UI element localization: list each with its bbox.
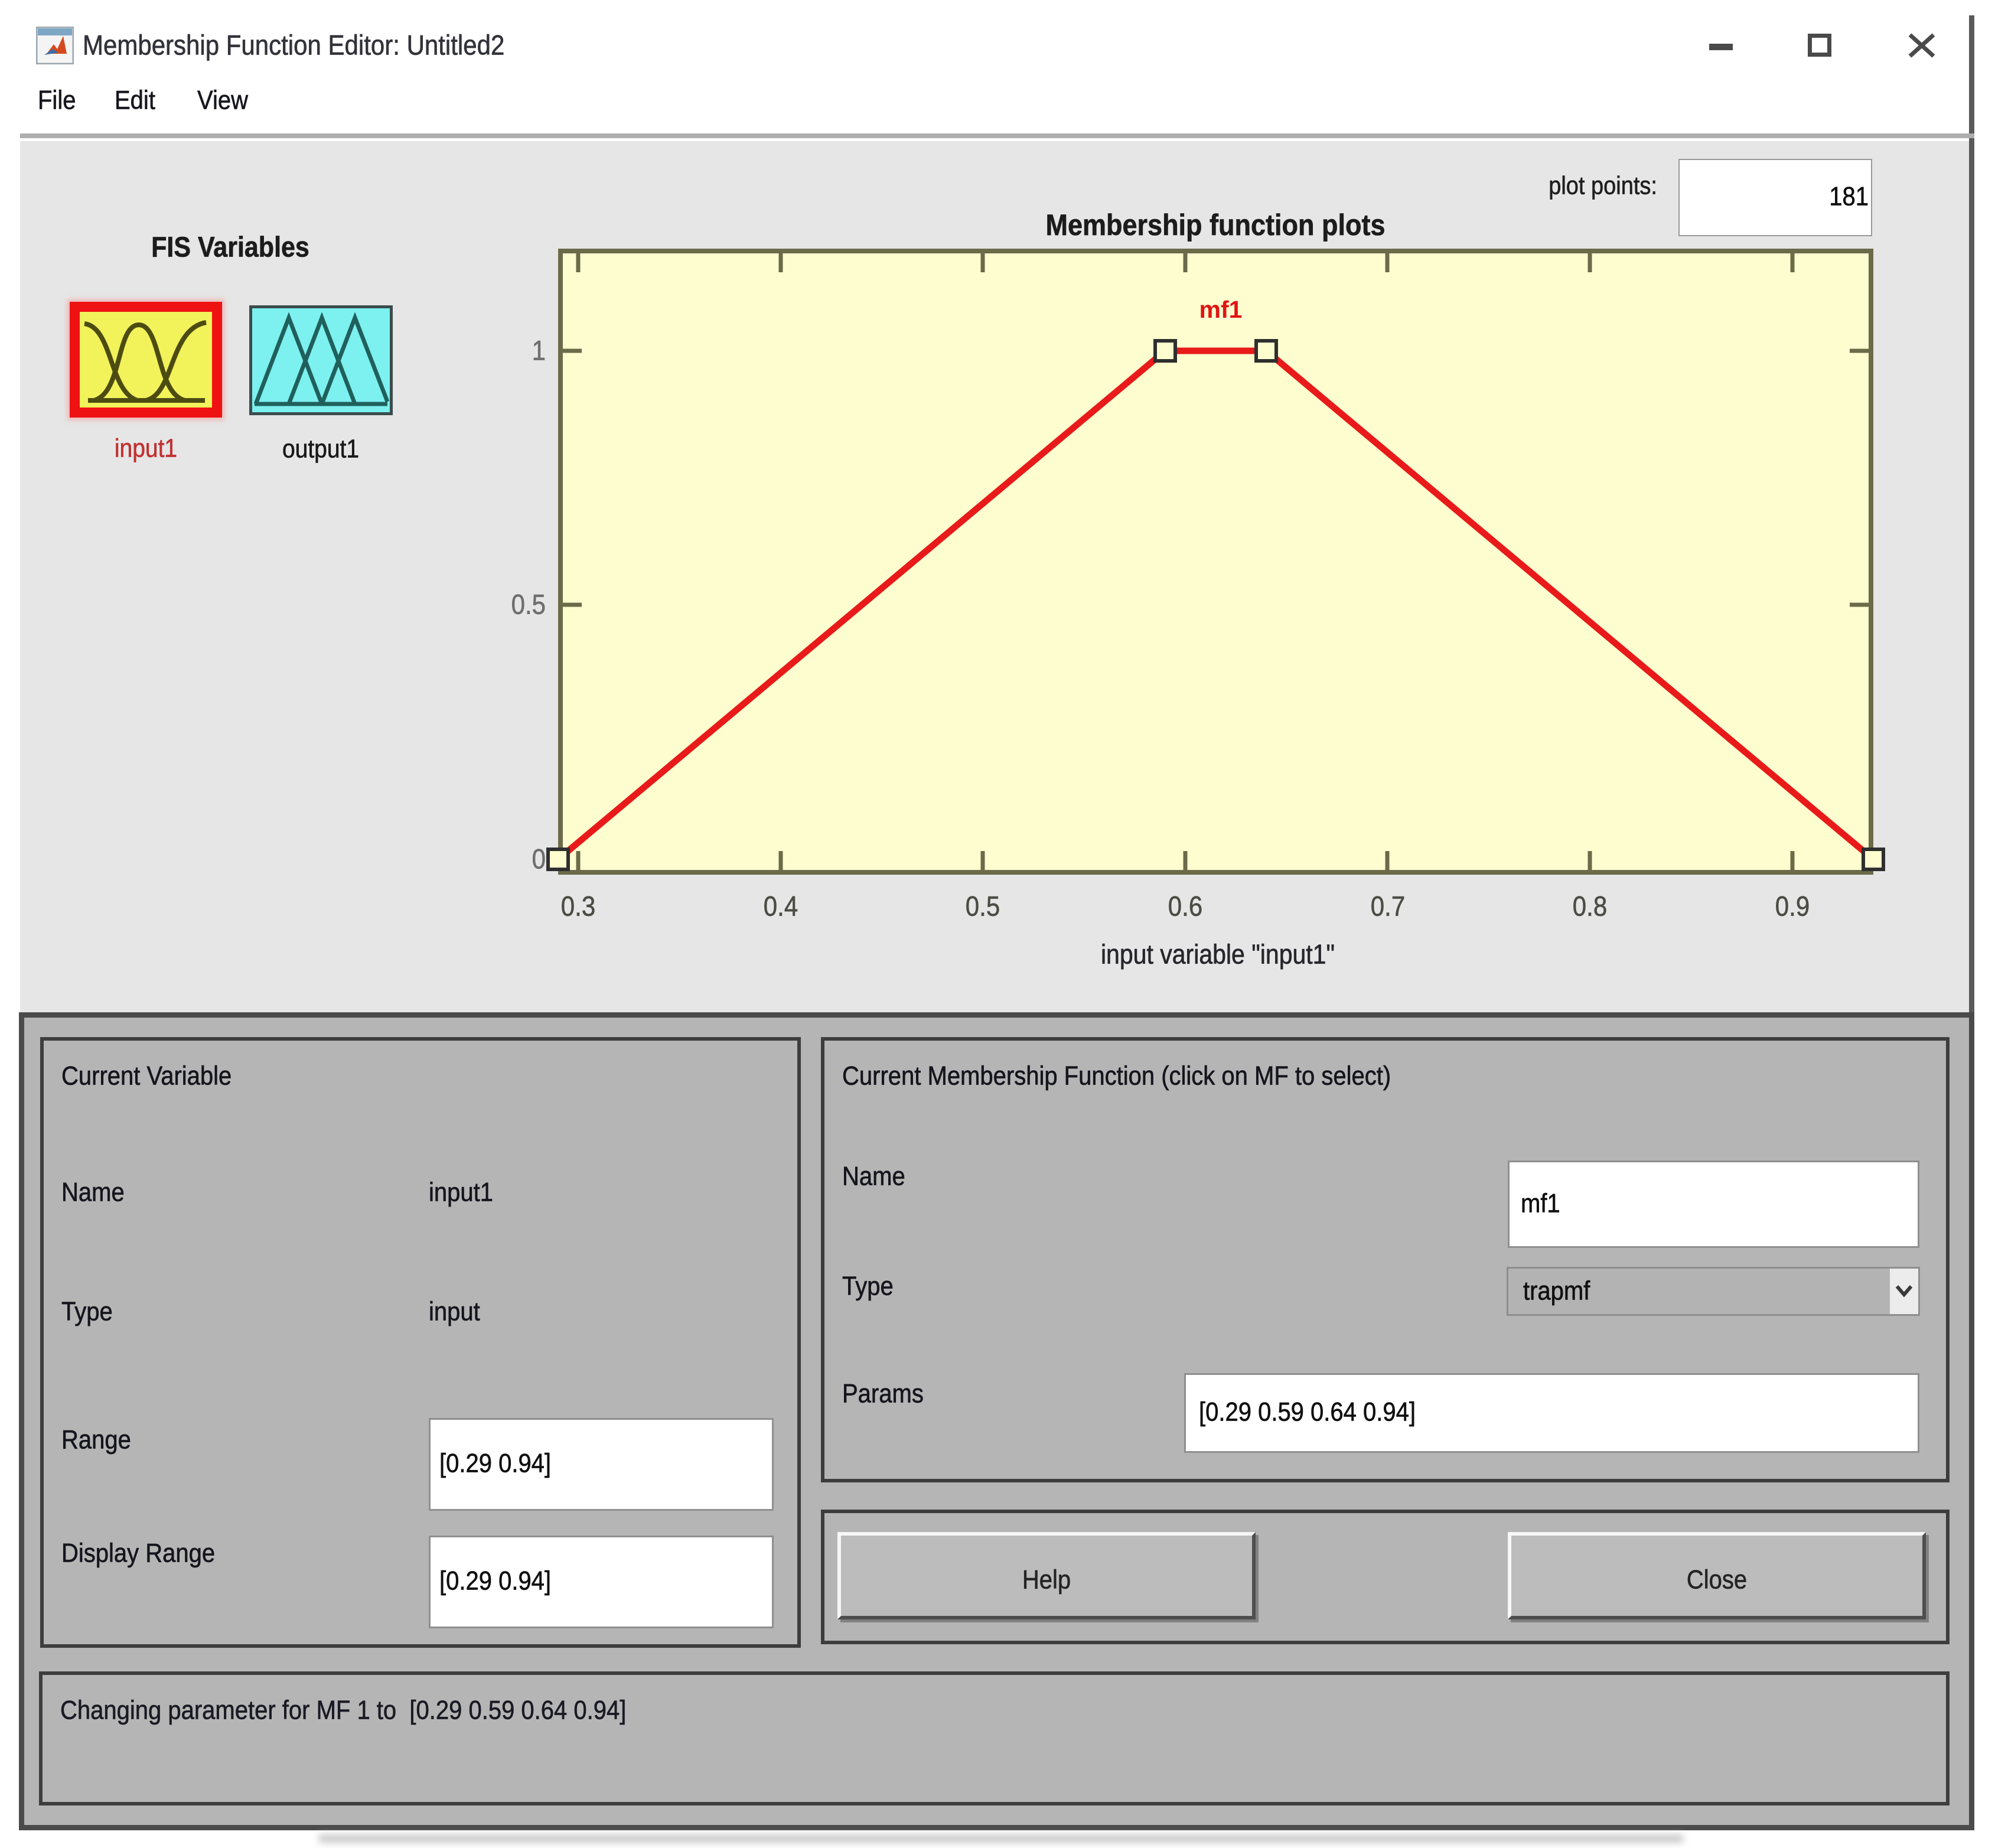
svg-text:mf1: mf1 (1199, 296, 1243, 323)
